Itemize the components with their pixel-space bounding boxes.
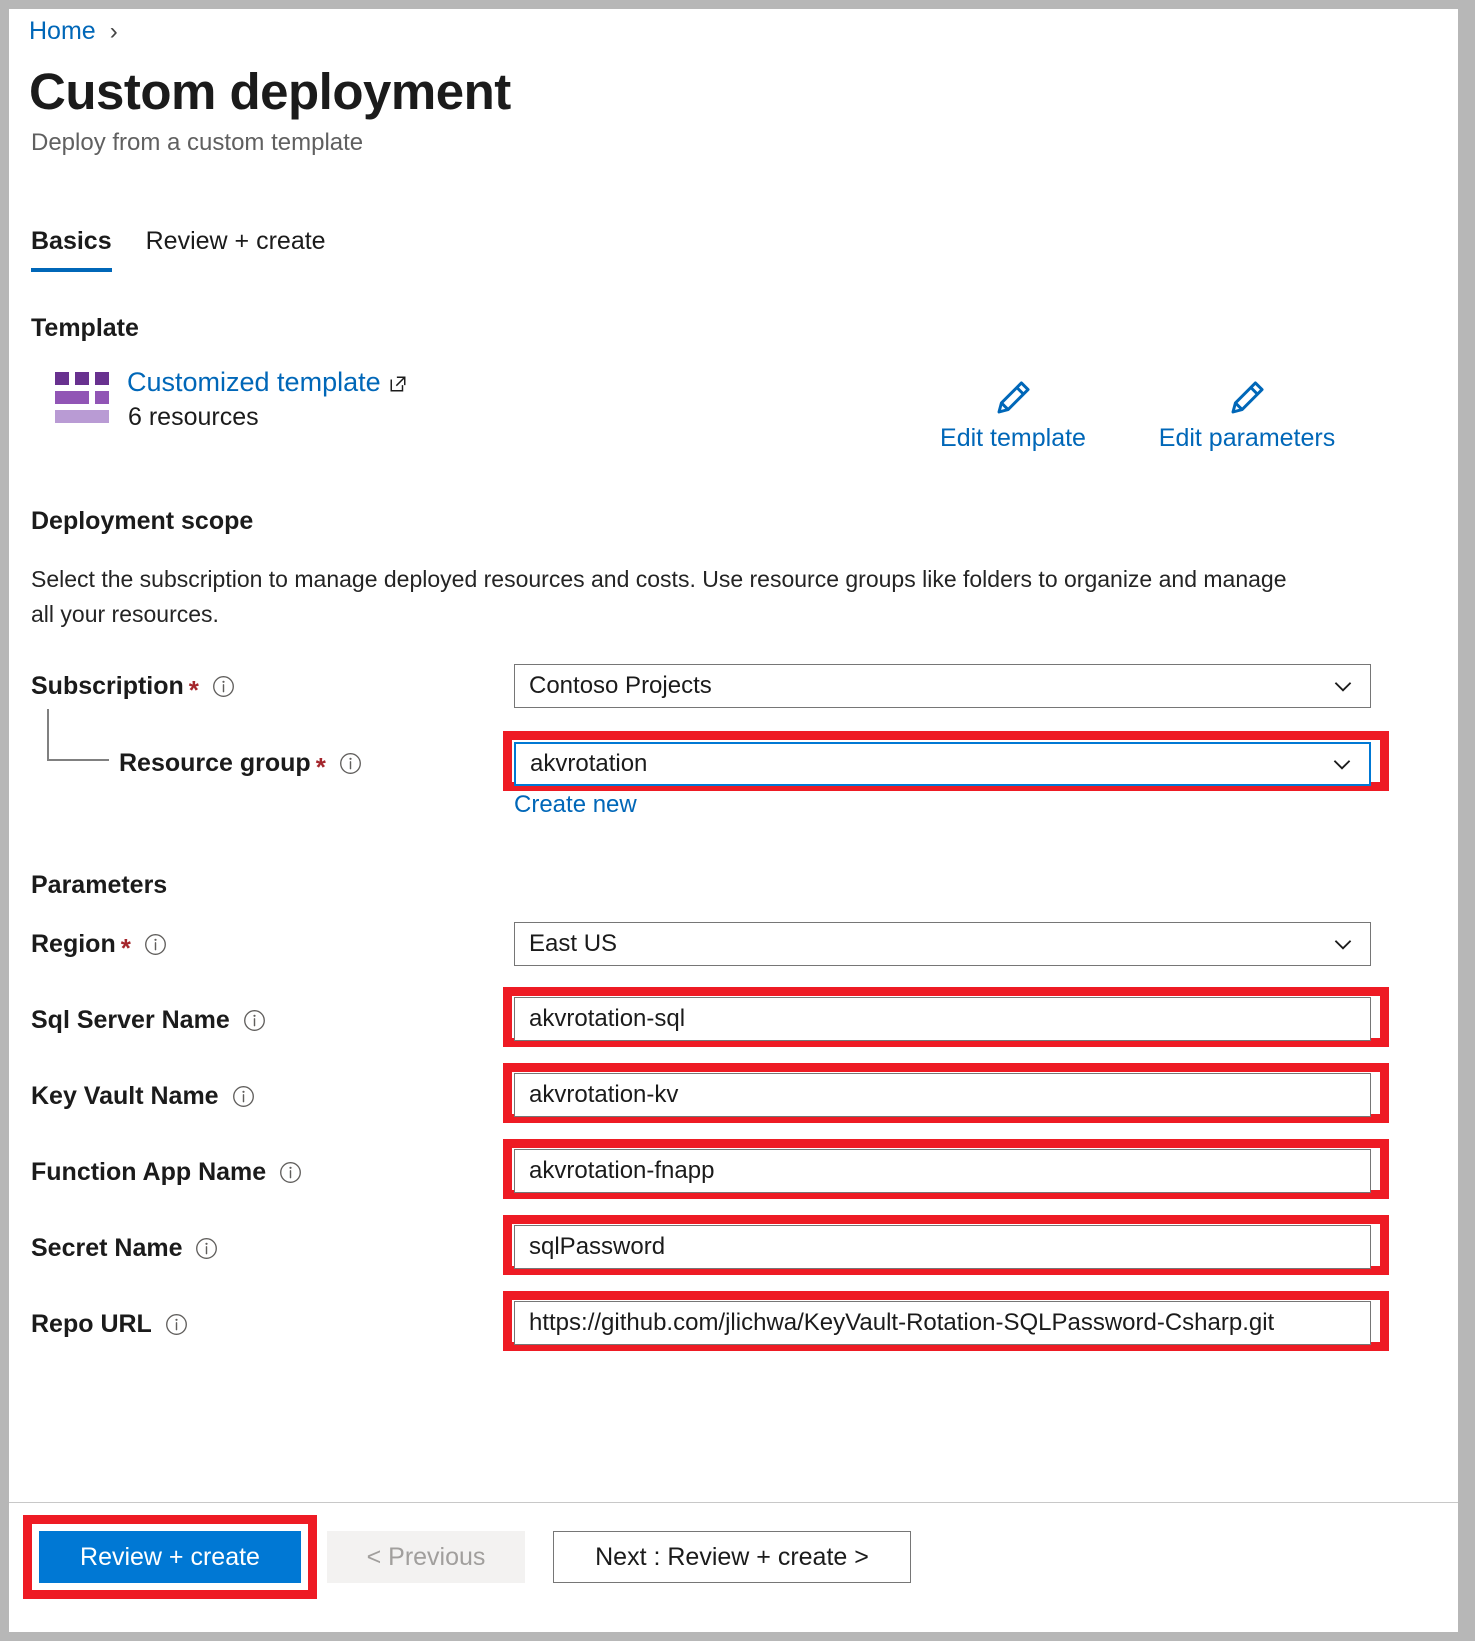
- function-app-name-input[interactable]: akvrotation-fnapp: [514, 1149, 1371, 1193]
- edit-parameters-label: Edit parameters: [1158, 424, 1336, 452]
- subscription-dropdown[interactable]: Contoso Projects: [514, 664, 1371, 708]
- secret-name-label-group: Secret Name: [31, 1234, 218, 1263]
- info-icon[interactable]: [195, 1237, 218, 1260]
- template-resource-count: 6 resources: [128, 403, 259, 431]
- customized-template-link[interactable]: Customized template: [127, 367, 407, 398]
- info-icon[interactable]: [279, 1161, 302, 1184]
- key-vault-name-input[interactable]: akvrotation-kv: [514, 1073, 1371, 1117]
- resource-group-label-group: Resource group *: [119, 749, 362, 782]
- blade-footer: Review + create < Previous Next : Review…: [9, 1502, 1458, 1632]
- portal-blade: Home › Custom deployment Deploy from a c…: [8, 8, 1459, 1633]
- previous-button: < Previous: [327, 1531, 525, 1583]
- sql-server-name-label-group: Sql Server Name: [31, 1006, 266, 1035]
- sql-server-name-input[interactable]: akvrotation-sql: [514, 997, 1371, 1041]
- section-heading-template: Template: [31, 314, 139, 342]
- resource-group-tree-connector: [47, 709, 109, 761]
- page-subtitle: Deploy from a custom template: [31, 129, 364, 156]
- template-grid-icon: [55, 372, 109, 424]
- breadcrumb: Home ›: [29, 19, 118, 44]
- repo-url-value: https://github.com/jlichwa/KeyVault-Rota…: [529, 1309, 1275, 1336]
- external-link-icon: [389, 369, 407, 391]
- region-label-group: Region *: [31, 930, 167, 963]
- secret-name-input[interactable]: sqlPassword: [514, 1225, 1371, 1269]
- repo-url-label-group: Repo URL: [31, 1310, 188, 1339]
- info-icon[interactable]: [339, 752, 362, 775]
- section-heading-parameters: Parameters: [31, 871, 168, 899]
- function-app-name-label-group: Function App Name: [31, 1158, 302, 1187]
- tab-basics[interactable]: Basics: [31, 227, 112, 272]
- blade-content: Home › Custom deployment Deploy from a c…: [9, 9, 1458, 1502]
- pencil-icon: [992, 377, 1034, 419]
- region-dropdown[interactable]: East US: [514, 922, 1371, 966]
- page-title: Custom deployment: [29, 63, 511, 120]
- edit-template-label: Edit template: [940, 424, 1086, 452]
- secret-name-label: Secret Name: [31, 1234, 183, 1262]
- review-create-button[interactable]: Review + create: [39, 1531, 301, 1583]
- function-app-name-label: Function App Name: [31, 1158, 267, 1186]
- repo-url-label: Repo URL: [31, 1310, 152, 1338]
- resource-group-value: akvrotation: [530, 750, 648, 777]
- breadcrumb-chevron-icon: ›: [109, 17, 118, 45]
- subscription-value: Contoso Projects: [529, 672, 712, 699]
- breadcrumb-link-home[interactable]: Home: [29, 19, 96, 44]
- region-value: East US: [529, 930, 618, 957]
- key-vault-name-value: akvrotation-kv: [529, 1081, 679, 1108]
- key-vault-name-label-group: Key Vault Name: [31, 1082, 255, 1111]
- secret-name-value: sqlPassword: [529, 1233, 666, 1260]
- resource-group-dropdown[interactable]: akvrotation: [514, 742, 1371, 786]
- repo-url-input[interactable]: https://github.com/jlichwa/KeyVault-Rota…: [514, 1301, 1371, 1345]
- sql-server-name-value: akvrotation-sql: [529, 1005, 686, 1032]
- info-icon[interactable]: [165, 1313, 188, 1336]
- region-required-marker: *: [120, 932, 131, 963]
- chevron-down-icon: [1330, 931, 1356, 957]
- region-label: Region: [31, 930, 116, 958]
- chevron-down-icon: [1330, 673, 1356, 699]
- edit-parameters-action[interactable]: Edit parameters: [1157, 377, 1337, 453]
- function-app-name-value: akvrotation-fnapp: [529, 1157, 715, 1184]
- info-icon[interactable]: [212, 675, 235, 698]
- next-review-create-button[interactable]: Next : Review + create >: [553, 1531, 911, 1583]
- info-icon[interactable]: [232, 1085, 255, 1108]
- subscription-required-marker: *: [188, 674, 199, 705]
- create-new-resource-group-link[interactable]: Create new: [514, 791, 637, 819]
- chevron-down-icon: [1329, 751, 1355, 777]
- key-vault-name-label: Key Vault Name: [31, 1082, 219, 1110]
- sql-server-name-label: Sql Server Name: [31, 1006, 230, 1034]
- info-icon[interactable]: [243, 1009, 266, 1032]
- deployment-scope-description: Select the subscription to manage deploy…: [31, 566, 1287, 627]
- section-heading-deployment-scope: Deployment scope: [31, 507, 254, 535]
- resource-group-required-marker: *: [315, 751, 326, 782]
- info-icon[interactable]: [144, 933, 167, 956]
- subscription-label-group: Subscription *: [31, 672, 235, 705]
- resource-group-label: Resource group: [119, 749, 311, 777]
- subscription-label: Subscription: [31, 672, 184, 700]
- customized-template-label: Customized template: [127, 367, 381, 397]
- pencil-icon: [1226, 377, 1268, 419]
- edit-template-action[interactable]: Edit template: [937, 377, 1089, 453]
- screenshot-root: Home › Custom deployment Deploy from a c…: [0, 0, 1475, 1641]
- tab-bar: Basics Review + create: [31, 227, 326, 272]
- tab-review-create[interactable]: Review + create: [146, 227, 326, 272]
